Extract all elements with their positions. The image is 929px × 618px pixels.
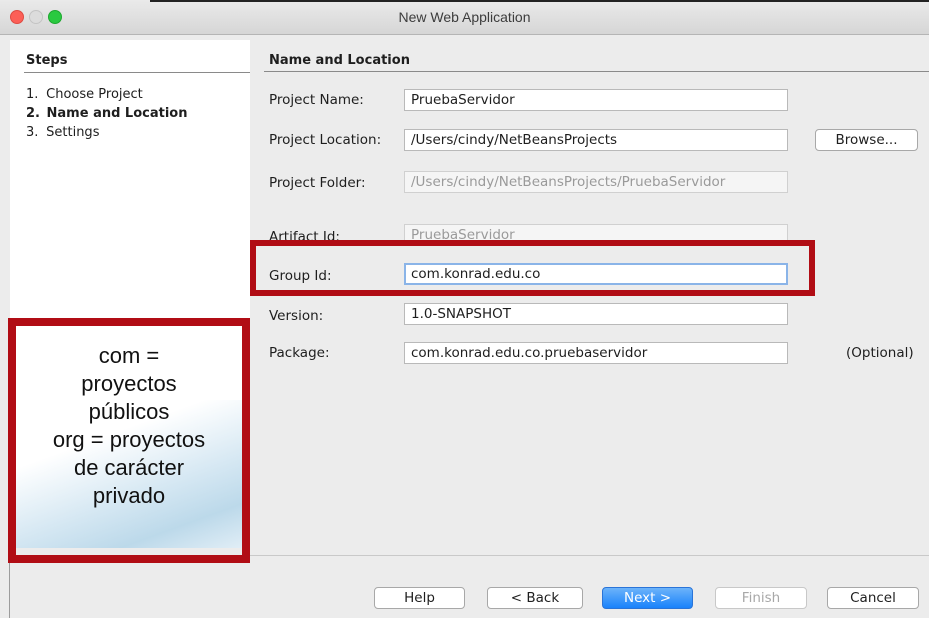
project-folder-field: /Users/cindy/NetBeansProjects/PruebaServ… <box>404 171 788 193</box>
next-button[interactable]: Next > <box>602 587 693 609</box>
project-name-label: Project Name: <box>269 92 364 108</box>
browse-button[interactable]: Browse... <box>815 129 918 151</box>
step-label: Name and Location <box>46 106 188 121</box>
footer-left-edge <box>9 556 10 618</box>
browse-button-label: Browse... <box>835 132 898 148</box>
step-number: 1. <box>26 87 39 102</box>
project-location-label: Project Location: <box>269 132 382 148</box>
step-number: 3. <box>26 125 39 140</box>
new-web-application-dialog: New Web Application Steps 1. Choose Proj… <box>0 0 929 618</box>
package-label: Package: <box>269 345 330 361</box>
window-title: New Web Application <box>398 9 531 25</box>
annotation-line: de carácter <box>73 455 185 480</box>
step-label: Settings <box>46 125 100 140</box>
form-heading: Name and Location <box>269 53 410 68</box>
group-id-highlight-box <box>250 240 815 296</box>
annotation-line: org = proyectos <box>52 427 206 452</box>
step-number: 2. <box>26 106 40 121</box>
cancel-button[interactable]: Cancel <box>827 587 919 609</box>
annotation-text: com = proyectos públicos org = proyectos… <box>16 342 242 510</box>
title-bar[interactable]: New Web Application <box>0 0 929 35</box>
step-name-and-location: 2. Name and Location <box>26 106 187 121</box>
back-button[interactable]: < Back <box>487 587 583 609</box>
package-field[interactable]: com.konrad.edu.co.pruebaservidor <box>404 342 788 364</box>
annotation-line: com = <box>98 343 160 368</box>
finish-button: Finish <box>715 587 807 609</box>
project-folder-label: Project Folder: <box>269 175 366 191</box>
form-divider <box>264 71 929 72</box>
step-label: Choose Project <box>46 87 143 102</box>
version-field[interactable]: 1.0-SNAPSHOT <box>404 303 788 325</box>
annotation-callout: com = proyectos públicos org = proyectos… <box>8 318 250 563</box>
help-button[interactable]: Help <box>374 587 465 609</box>
annotation-line: públicos <box>88 399 170 424</box>
annotation-line: privado <box>92 483 166 508</box>
project-name-field[interactable]: PruebaServidor <box>404 89 788 111</box>
annotation-line: proyectos <box>81 371 177 396</box>
step-settings: 3. Settings <box>26 125 99 140</box>
project-location-field[interactable]: /Users/cindy/NetBeansProjects <box>404 129 788 151</box>
version-label: Version: <box>269 308 324 324</box>
top-edge-line <box>150 0 929 2</box>
steps-divider <box>24 72 250 73</box>
optional-label: (Optional) <box>846 345 914 361</box>
step-choose-project: 1. Choose Project <box>26 87 143 102</box>
steps-heading: Steps <box>26 53 68 68</box>
